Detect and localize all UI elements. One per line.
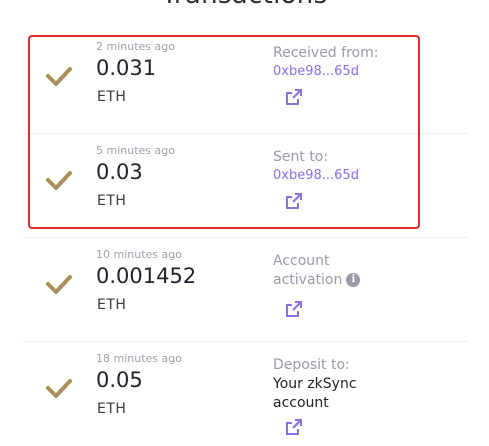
transaction-amount: 0.03 [96,160,143,184]
external-link-icon[interactable] [285,192,303,210]
transaction-label-text: Deposit to: [273,357,350,373]
transaction-label-text: Account activation [273,253,343,288]
external-link-icon[interactable] [285,418,303,436]
transaction-item[interactable]: 18 minutes ago 0.05 ETH Deposit to: Your… [22,342,468,446]
transaction-label: Received from: [273,45,379,61]
transaction-amount: 0.05 [96,368,143,392]
transaction-item[interactable]: 5 minutes ago 0.03 ETH Sent to: 0xbe98..… [22,134,468,238]
transaction-unit: ETH [97,193,127,209]
transaction-unit: ETH [97,297,127,313]
external-link-icon[interactable] [285,300,303,318]
info-icon[interactable]: i [346,273,361,287]
transaction-time: 5 minutes ago [96,144,175,157]
transaction-label: Sent to: [273,149,329,165]
check-icon [44,61,74,91]
transaction-unit: ETH [97,401,127,417]
transaction-label: Account activation i [273,252,393,290]
transaction-address-link[interactable]: 0xbe98...65d [273,168,359,183]
transaction-time: 18 minutes ago [96,352,182,365]
transaction-label: Deposit to: Your zkSync account [273,356,423,413]
transaction-unit: ETH [97,89,127,105]
check-icon [44,269,74,299]
external-link-icon[interactable] [285,88,303,106]
check-icon [44,373,74,403]
transaction-address-link[interactable]: 0xbe98...65d [273,64,359,79]
transaction-amount: 0.001452 [96,264,197,288]
transaction-item[interactable]: 10 minutes ago 0.001452 ETH Account acti… [22,238,468,342]
transaction-destination: Your zkSync account [273,376,357,411]
transaction-item[interactable]: 2 minutes ago 0.031 ETH Received from: 0… [22,30,468,134]
transaction-time: 2 minutes ago [96,40,175,53]
page-title: Transactions [0,0,489,10]
transaction-time: 10 minutes ago [96,248,182,261]
check-icon [44,165,74,195]
transaction-amount: 0.031 [96,56,157,80]
